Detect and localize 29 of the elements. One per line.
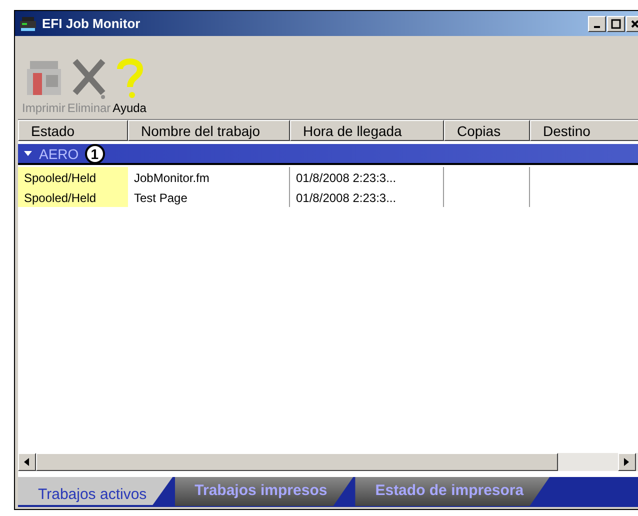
column-header[interactable]: Estado [18, 120, 128, 141]
window-title: EFI Job Monitor [42, 16, 142, 31]
printer-icon [19, 16, 37, 32]
tab[interactable]: Trabajos activos [18, 477, 173, 505]
table-cell: Spooled/Held [18, 187, 128, 207]
minimize-button[interactable] [588, 16, 606, 32]
table-cell: 01/8/2008 2:23:3... [290, 167, 444, 187]
column-header[interactable]: Nombre del trabajo [128, 120, 290, 141]
group-row[interactable]: AERO 1 [18, 144, 638, 165]
table-cell: Test Page [128, 187, 290, 207]
toolbar-button[interactable]: Ayuda [112, 57, 146, 115]
maximize-icon [611, 18, 621, 28]
callout-badge: 1 [84, 144, 105, 164]
right-arrow-icon [624, 458, 630, 466]
scrollbar-thumb[interactable] [36, 453, 558, 471]
left-arrow-icon [24, 458, 30, 466]
table-cell: Spooled/Held [18, 167, 128, 187]
column-header[interactable]: Destino [530, 120, 638, 141]
question-mark-icon [114, 57, 145, 101]
column-header[interactable]: Copias [444, 120, 530, 141]
table-cell: 01/8/2008 2:23:3... [290, 187, 444, 207]
maximize-button[interactable] [607, 16, 625, 32]
scroll-right-button[interactable] [618, 453, 636, 471]
close-icon [630, 18, 638, 28]
table-cell: JobMonitor.fm [128, 167, 290, 187]
minimize-icon [594, 26, 600, 28]
scroll-left-button[interactable] [18, 453, 36, 471]
column-header[interactable]: Hora de llegada [290, 120, 444, 141]
group-label: AERO [39, 146, 79, 162]
